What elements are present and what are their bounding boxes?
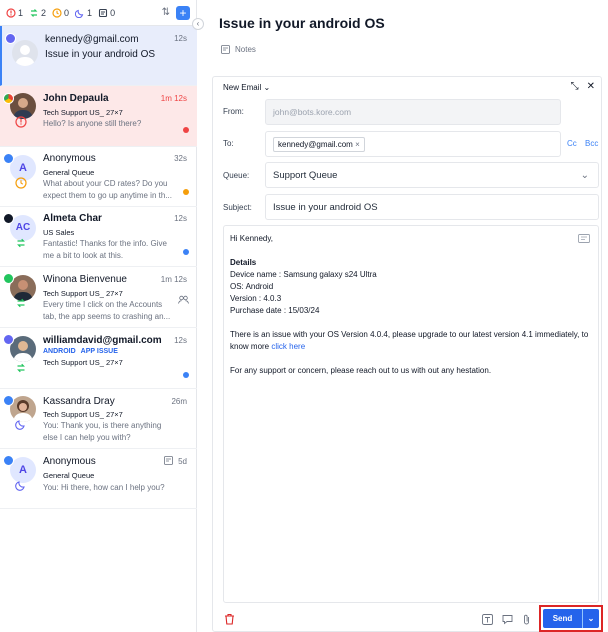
notes-tab[interactable]: Notes xyxy=(221,45,256,54)
unread-dot xyxy=(183,127,189,133)
send-button-highlight: Send ⌄ xyxy=(539,605,603,632)
note-icon xyxy=(99,8,108,17)
minimize-icon[interactable]: ⤡ xyxy=(571,81,579,92)
filter-bar: 1 2 0 1 0 ⇅ + xyxy=(0,0,196,26)
web-channel-icon xyxy=(3,153,14,164)
template-icon[interactable] xyxy=(578,234,590,243)
messenger-channel-icon xyxy=(3,455,14,466)
click-here-link[interactable]: click here xyxy=(271,342,305,351)
filter-snoozed[interactable]: 1 xyxy=(75,8,92,18)
text-format-icon[interactable] xyxy=(482,614,493,625)
cc-button[interactable]: Cc xyxy=(567,139,577,148)
conversation-item-kennedy[interactable]: kennedy@gmail.com 12s Issue in your andr… xyxy=(0,26,197,86)
tag-android: ANDROID xyxy=(43,348,76,355)
attachment-icon[interactable] xyxy=(522,614,531,625)
filter-notes[interactable]: 0 xyxy=(98,8,115,18)
recipient-chip[interactable]: kennedy@gmail.com × xyxy=(273,137,365,152)
clock-status-icon xyxy=(15,177,27,189)
chevron-down-icon[interactable]: ⌄ xyxy=(582,609,599,628)
avatar xyxy=(12,40,38,66)
email-channel-icon xyxy=(3,334,14,345)
subject-input[interactable]: Issue in your android OS xyxy=(265,194,599,220)
unread-dot xyxy=(183,189,189,195)
conversation-item-anonymous-2[interactable]: A Anonymous 5d General Queue You: Hi the… xyxy=(0,449,197,509)
close-icon[interactable]: ✕ xyxy=(587,81,595,92)
conversation-list-panel: 1 2 0 1 0 ⇅ + kennedy@gmail.com 12s Issu… xyxy=(0,0,197,632)
conversation-item-john-depaula[interactable]: John Depaula 1m 12s Tech Support US_ 27×… xyxy=(0,86,197,147)
moon-status-icon xyxy=(15,420,25,430)
whatsapp-channel-icon xyxy=(3,273,14,284)
conversation-item-anonymous[interactable]: A Anonymous 32s General Queue What about… xyxy=(0,147,197,207)
to-field[interactable]: kennedy@gmail.com × xyxy=(265,131,561,157)
alert-icon xyxy=(6,7,16,18)
bcc-button[interactable]: Bcc xyxy=(585,139,598,148)
queue-label: Queue: xyxy=(223,171,250,180)
transfer-status-icon xyxy=(17,238,25,248)
chevron-down-icon: ⌄ xyxy=(263,83,271,92)
filter-waiting[interactable]: 0 xyxy=(52,8,69,18)
moon-icon xyxy=(75,9,84,18)
filter-transfer[interactable]: 2 xyxy=(29,8,46,18)
chrome-channel-icon xyxy=(3,93,14,104)
conversation-item-winona-bienvenue[interactable]: Winona Bienvenue 1m 12s Tech Support US_… xyxy=(0,267,197,328)
conversation-item-williamdavid[interactable]: williamdavid@gmail.com 12s ANDROID APP I… xyxy=(0,328,197,389)
email-compose-panel: New Email ⌄ ⤡ ✕ From: john@bots.kore.com… xyxy=(212,76,603,632)
compose-mode-dropdown[interactable]: New Email ⌄ xyxy=(223,83,270,92)
from-field[interactable]: john@bots.kore.com xyxy=(265,99,561,125)
ios-channel-icon xyxy=(3,213,14,224)
subject-label: Subject: xyxy=(223,203,252,212)
collapse-panel-button[interactable]: ‹ xyxy=(192,18,204,30)
transfer-status-icon xyxy=(17,363,25,373)
compose-footer: Send ⌄ xyxy=(213,603,603,632)
email-body-editor[interactable]: Hi Kennedy, Details Device name : Samsun… xyxy=(223,225,599,603)
conversation-item-almeta-char[interactable]: AC Almeta Char 12s US Sales Fantastic! T… xyxy=(0,207,197,267)
add-conversation-button[interactable]: + xyxy=(176,5,190,20)
unread-dot xyxy=(183,249,189,255)
tag-list: ANDROID APP ISSUE xyxy=(43,348,118,355)
conversation-item-kassandra-dray[interactable]: Kassandra Dray 26m Tech Support US_ 27×7… xyxy=(0,389,197,449)
transfer-status-icon xyxy=(17,298,25,308)
trash-icon[interactable] xyxy=(224,613,235,625)
conversation-detail-panel: Issue in your android OS Notes New Email… xyxy=(197,0,608,632)
send-button[interactable]: Send ⌄ xyxy=(543,609,599,628)
transfer-icon xyxy=(30,8,38,17)
tag-app-issue: APP ISSUE xyxy=(80,348,118,355)
remove-chip-icon[interactable]: × xyxy=(355,140,360,149)
clock-icon xyxy=(52,7,62,18)
messenger-channel-icon xyxy=(3,395,14,406)
canned-response-icon[interactable] xyxy=(502,614,513,625)
from-label: From: xyxy=(223,107,244,116)
queue-select[interactable]: Support Queue ⌄ xyxy=(265,162,599,188)
group-icon xyxy=(178,295,189,304)
note-icon xyxy=(164,456,173,465)
filter-alert[interactable]: 1 xyxy=(6,8,23,18)
chevron-down-icon: ⌄ xyxy=(580,170,589,181)
sort-icon[interactable]: ⇅ xyxy=(162,7,170,18)
note-icon xyxy=(221,45,230,54)
unread-dot xyxy=(183,372,189,378)
page-title: Issue in your android OS xyxy=(219,15,385,31)
email-channel-icon xyxy=(5,33,16,44)
alert-status-icon xyxy=(15,116,27,128)
to-label: To: xyxy=(223,139,234,148)
moon-status-icon xyxy=(15,481,25,491)
